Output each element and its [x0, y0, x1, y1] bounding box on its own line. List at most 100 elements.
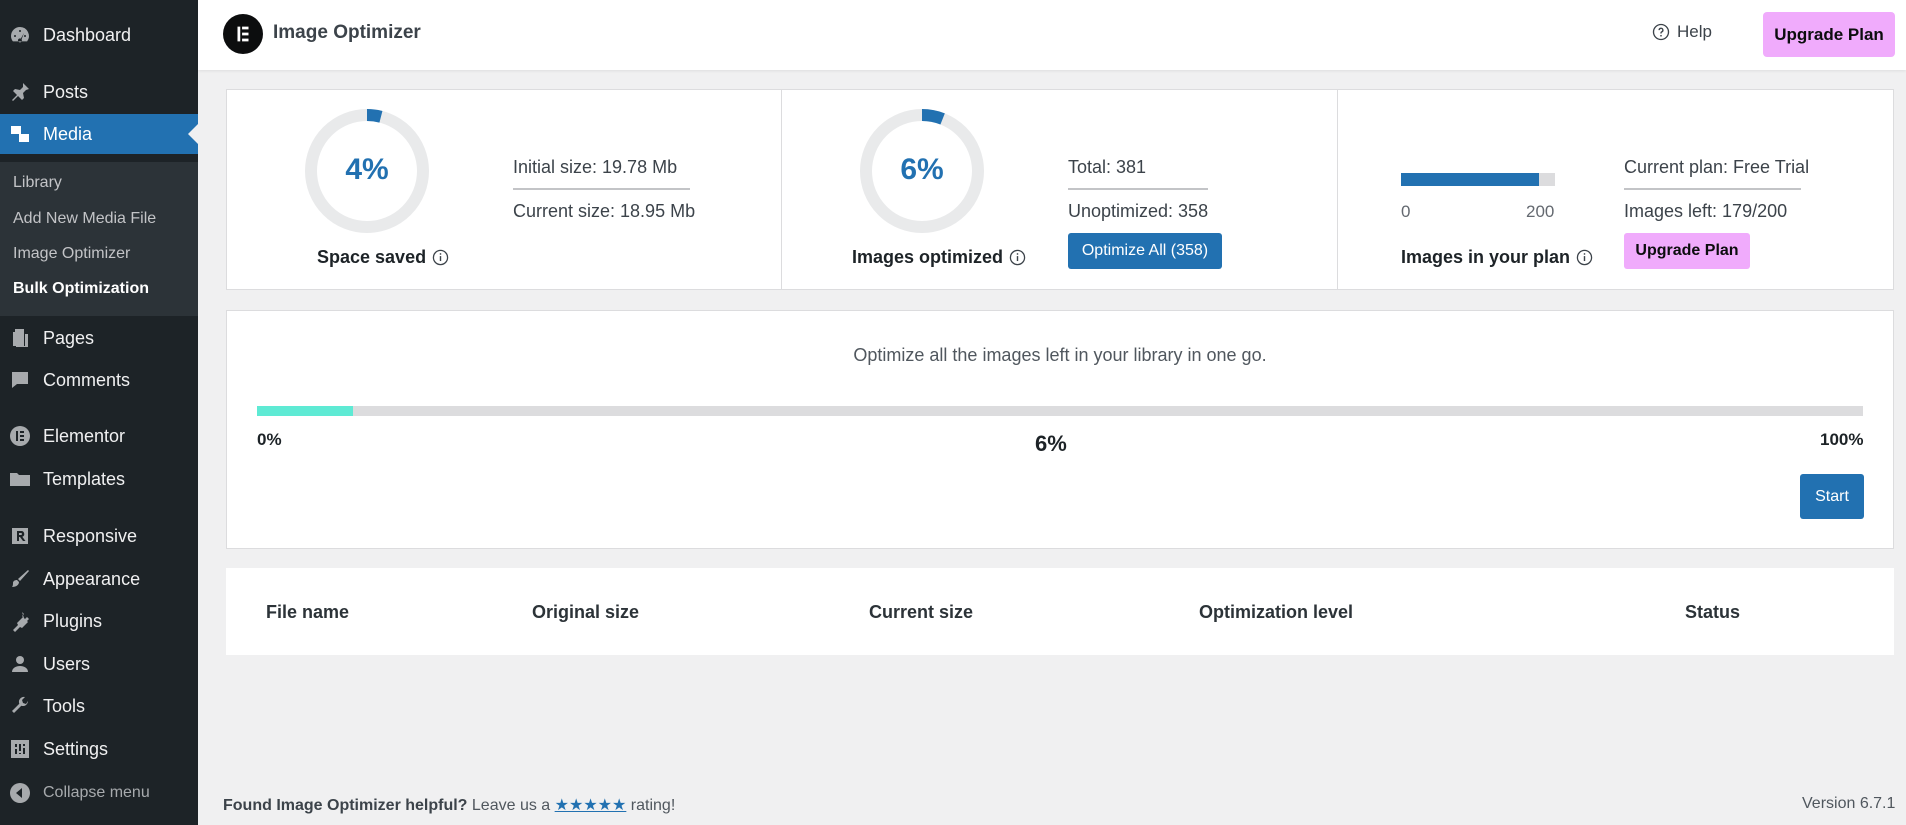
brush-icon	[7, 566, 33, 592]
info-icon[interactable]	[432, 249, 449, 266]
column-original-size[interactable]: Original size	[532, 602, 639, 623]
menu-users[interactable]: Users	[0, 644, 198, 684]
progress-current-label: 6%	[1035, 431, 1067, 456]
help-link[interactable]: Help	[1652, 22, 1712, 42]
space-saved-label-text: Space saved	[317, 247, 427, 267]
dashboard-icon	[7, 22, 33, 48]
wrench-icon	[7, 693, 33, 719]
pages-icon	[7, 325, 33, 351]
menu-label: Appearance	[43, 568, 141, 589]
images-optimized-card: 6% Images optimized Total: 381 Unoptimiz…	[782, 90, 1338, 289]
menu-label: Settings	[43, 738, 109, 759]
elementor-icon	[7, 423, 33, 449]
space-saved-card: 4% Space saved Initial size: 19.78 Mb Cu…	[227, 90, 782, 289]
user-icon	[7, 651, 33, 677]
optimize-all-button[interactable]: Optimize All (358)	[1068, 233, 1222, 269]
submenu-add-new[interactable]: Add New Media File	[13, 210, 156, 228]
initial-size: Initial size: 19.78 Mb	[513, 157, 678, 177]
menu-templates[interactable]: Templates	[0, 459, 198, 499]
progress-max-label: 100%	[1820, 430, 1864, 449]
column-current-size[interactable]: Current size	[869, 602, 973, 623]
footer-rating-text: Found Image Optimizer helpful? Leave us …	[223, 795, 675, 815]
menu-tools[interactable]: Tools	[0, 686, 198, 726]
menu-label: Pages	[43, 327, 95, 348]
footer-middle: Leave us a	[467, 797, 555, 814]
responsive-icon	[7, 523, 33, 549]
submenu-bulk-optimization[interactable]: Bulk Optimization	[13, 280, 149, 298]
menu-label: Media	[43, 123, 93, 144]
menu-label: Responsive	[43, 525, 138, 546]
bulk-progress-bar	[257, 406, 1863, 416]
menu-plugins[interactable]: Plugins	[0, 601, 198, 641]
column-status[interactable]: Status	[1685, 602, 1740, 623]
help-circle-icon	[1652, 23, 1670, 41]
start-button[interactable]: Start	[1800, 474, 1864, 519]
menu-label: Posts	[43, 81, 89, 102]
pin-icon	[7, 79, 33, 105]
submenu-library[interactable]: Library	[13, 174, 62, 192]
upgrade-plan-card-button[interactable]: Upgrade Plan	[1624, 233, 1750, 269]
collapse-menu-button[interactable]: Collapse menu	[0, 773, 198, 813]
info-icon[interactable]	[1009, 249, 1026, 266]
menu-dashboard[interactable]: Dashboard	[0, 15, 198, 55]
plan-usage-bar	[1401, 173, 1555, 186]
rating-stars-link[interactable]: ★★★★★	[555, 797, 627, 814]
elementor-logo-icon	[223, 14, 263, 54]
menu-settings[interactable]: Settings	[0, 729, 198, 769]
progress-min-label: 0%	[257, 430, 282, 449]
images-table: File name Original size Current size Opt…	[226, 568, 1894, 655]
media-icon	[7, 121, 33, 147]
bulk-description: Optimize all the images left in your lib…	[853, 345, 1267, 365]
plan-label: Images in your plan	[1401, 247, 1593, 268]
images-left: Images left: 179/200	[1624, 201, 1788, 221]
menu-responsive[interactable]: Responsive	[0, 516, 198, 556]
column-file-name[interactable]: File name	[266, 602, 349, 623]
comments-icon	[7, 367, 33, 393]
column-optimization-level[interactable]: Optimization level	[1199, 602, 1353, 623]
menu-label: Dashboard	[43, 24, 132, 45]
bulk-progress-fill	[257, 406, 354, 416]
page-title: Image Optimizer	[273, 22, 421, 43]
folder-icon	[7, 466, 33, 492]
plan-usage-fill	[1401, 173, 1539, 186]
footer-prefix: Found Image Optimizer helpful?	[223, 797, 468, 814]
plan-label-text: Images in your plan	[1401, 247, 1571, 267]
collapse-label: Collapse menu	[43, 784, 150, 801]
plan-axis-max: 200	[1526, 202, 1555, 221]
current-plan: Current plan: Free Trial	[1624, 157, 1810, 177]
menu-label: Templates	[43, 468, 126, 489]
space-saved-percent: 4%	[345, 153, 389, 186]
menu-appearance[interactable]: Appearance	[0, 559, 198, 599]
settings-icon	[7, 736, 33, 762]
bulk-optimization-panel: Optimize all the images left in your lib…	[226, 310, 1894, 549]
footer-suffix: rating!	[626, 797, 676, 814]
media-submenu: Library Add New Media File Image Optimiz…	[0, 162, 198, 316]
divider	[1624, 188, 1801, 190]
menu-label: Comments	[43, 369, 131, 390]
total-images: Total: 381	[1068, 157, 1147, 177]
collapse-icon	[7, 780, 33, 806]
unoptimized-images: Unoptimized: 358	[1068, 201, 1209, 221]
images-optimized-label: Images optimized	[852, 247, 1026, 268]
menu-elementor[interactable]: Elementor	[0, 416, 198, 456]
app-header: Image Optimizer Help Upgrade Plan	[198, 0, 1906, 70]
divider	[1068, 188, 1208, 190]
images-optimized-percent: 6%	[900, 153, 944, 186]
menu-posts[interactable]: Posts	[0, 72, 198, 112]
upgrade-plan-button[interactable]: Upgrade Plan	[1763, 12, 1895, 57]
menu-pages[interactable]: Pages	[0, 318, 198, 358]
menu-label: Elementor	[43, 425, 126, 446]
admin-sidebar: Dashboard Posts Media Library Add New Me…	[0, 0, 198, 825]
menu-media[interactable]: Media	[0, 114, 198, 154]
version-label: Version 6.7.1	[1802, 795, 1896, 812]
divider	[513, 188, 690, 190]
plan-card: 0 200 Images in your plan Current plan: …	[1338, 90, 1893, 289]
menu-label: Users	[43, 653, 91, 674]
info-icon[interactable]	[1576, 249, 1593, 266]
plan-axis-min: 0	[1401, 202, 1411, 221]
current-size: Current size: 18.95 Mb	[513, 201, 696, 221]
images-optimized-label-text: Images optimized	[852, 247, 1004, 267]
stats-panel: 4% Space saved Initial size: 19.78 Mb Cu…	[226, 89, 1894, 290]
menu-comments[interactable]: Comments	[0, 360, 198, 400]
submenu-image-optimizer[interactable]: Image Optimizer	[13, 245, 130, 263]
